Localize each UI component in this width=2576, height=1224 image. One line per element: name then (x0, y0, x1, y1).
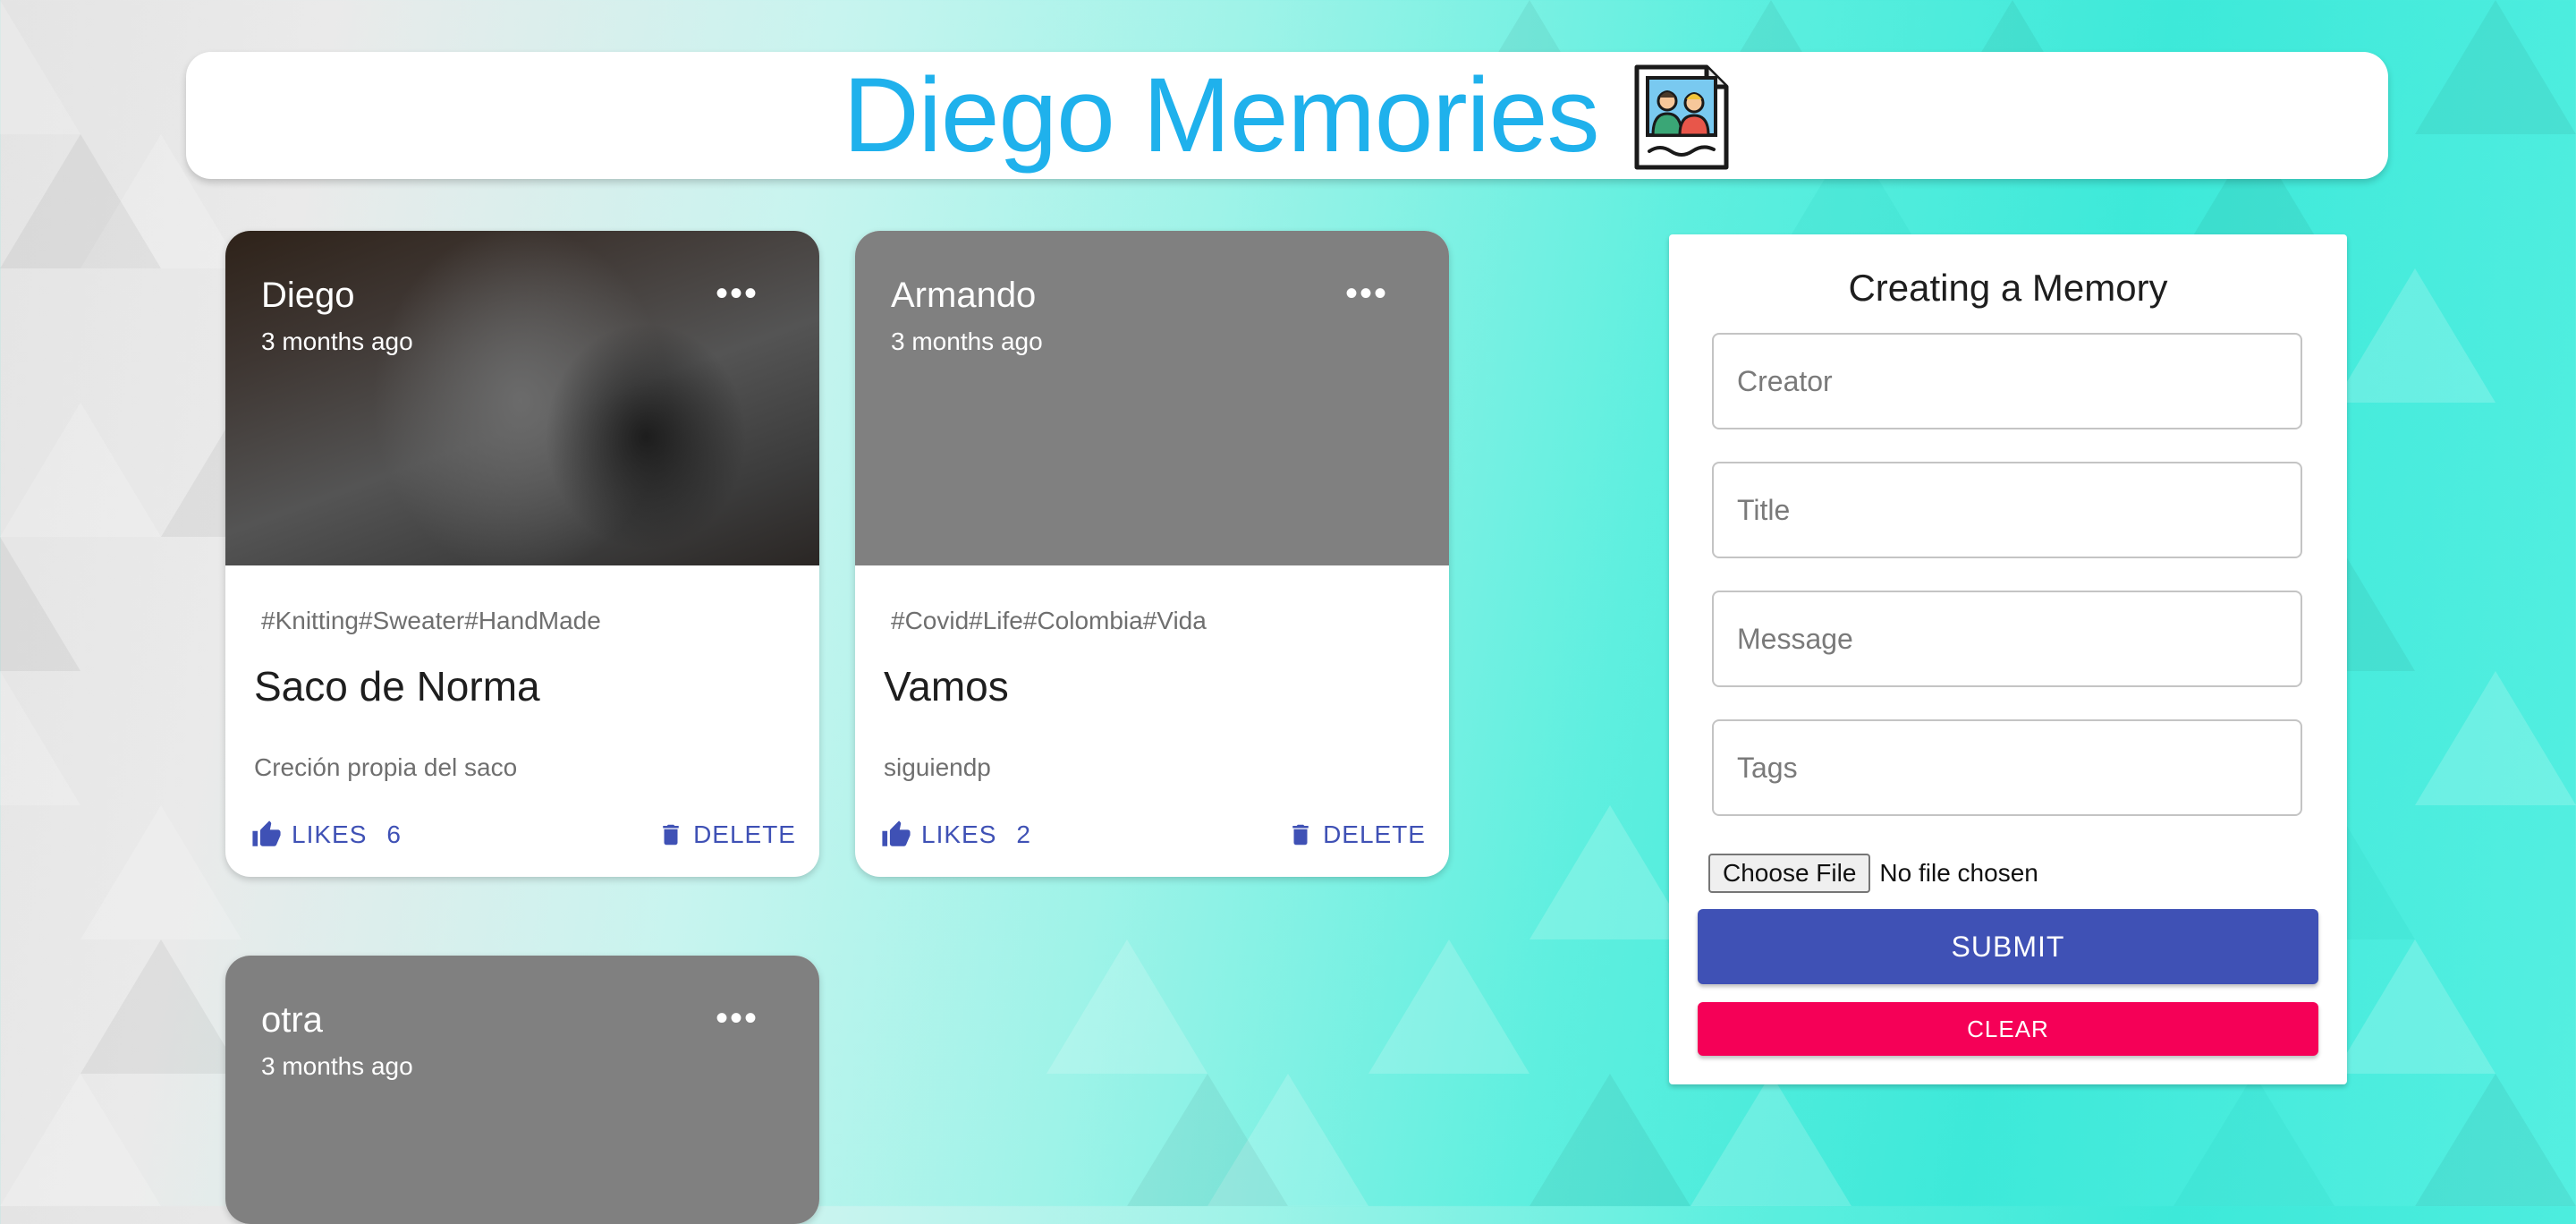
delete-label: DELETE (693, 820, 796, 848)
more-options-icon[interactable]: ••• (716, 999, 758, 1039)
more-options-icon[interactable]: ••• (1345, 274, 1388, 314)
post-image: otra 3 months ago ••• (225, 956, 819, 1224)
thumb-up-icon (882, 820, 911, 846)
post-actions: LIKES 2 DELETE (855, 782, 1449, 877)
form-title: Creating a Memory (1848, 267, 2168, 309)
post-tags: #Knitting#Sweater#HandMade (261, 607, 601, 634)
thumb-up-icon (252, 820, 281, 846)
post-message: siguiendp (884, 753, 991, 781)
likes-count: 6 (386, 820, 402, 848)
delete-button[interactable]: DELETE (657, 820, 796, 850)
post-title: Saco de Norma (254, 663, 540, 710)
delete-button[interactable]: DELETE (1287, 820, 1426, 850)
likes-count: 2 (1016, 820, 1031, 848)
post-image: Armando 3 months ago ••• (855, 231, 1449, 565)
like-button[interactable]: LIKES 6 (250, 820, 402, 850)
post-timestamp: 3 months ago (261, 1052, 413, 1080)
message-field (1712, 591, 2302, 687)
post-tags: #Covid#Life#Colombia#Vida (891, 607, 1207, 634)
delete-label: DELETE (1323, 820, 1426, 848)
post-actions: LIKES 6 DELETE (225, 782, 819, 877)
choose-file-button[interactable]: Choose File (1708, 854, 1871, 893)
like-button[interactable]: LIKES 2 (880, 820, 1031, 850)
tags-field (1712, 719, 2302, 816)
post-card: Armando 3 months ago ••• #Covid#Life#Col… (855, 231, 1449, 877)
photo-memories-icon (1634, 64, 1729, 170)
more-options-icon[interactable]: ••• (716, 274, 758, 314)
post-creator: Armando (891, 276, 1037, 315)
trash-icon (663, 824, 679, 846)
message-input[interactable] (1714, 592, 2301, 685)
post-image: Diego 3 months ago ••• (225, 231, 819, 565)
app-header: Diego Memories (186, 52, 2388, 179)
post-creator: otra (261, 1000, 323, 1040)
post-title: Vamos (884, 663, 1009, 710)
post-card: Diego 3 months ago ••• #Knitting#Sweater… (225, 231, 819, 877)
post-message: Creción propia del saco (254, 753, 518, 781)
create-memory-form: Creating a Memory Choose File No file ch… (1669, 234, 2347, 1084)
title-input[interactable] (1714, 463, 2301, 557)
post-card: otra 3 months ago ••• (225, 956, 819, 1224)
file-picker: Choose File No file chosen (1708, 854, 2038, 893)
likes-label: LIKES (292, 820, 368, 848)
submit-button[interactable]: SUBMIT (1698, 909, 2318, 984)
likes-label: LIKES (921, 820, 997, 848)
creator-field (1712, 333, 2302, 429)
post-timestamp: 3 months ago (891, 327, 1043, 355)
title-field (1712, 462, 2302, 558)
app-title: Diego Memories (843, 56, 1599, 174)
trash-icon (1292, 824, 1309, 846)
post-timestamp: 3 months ago (261, 327, 413, 355)
clear-button[interactable]: CLEAR (1698, 1002, 2318, 1056)
post-creator: Diego (261, 276, 355, 315)
creator-input[interactable] (1714, 335, 2301, 428)
file-status: No file chosen (1879, 859, 2038, 887)
tags-input[interactable] (1714, 721, 2301, 814)
